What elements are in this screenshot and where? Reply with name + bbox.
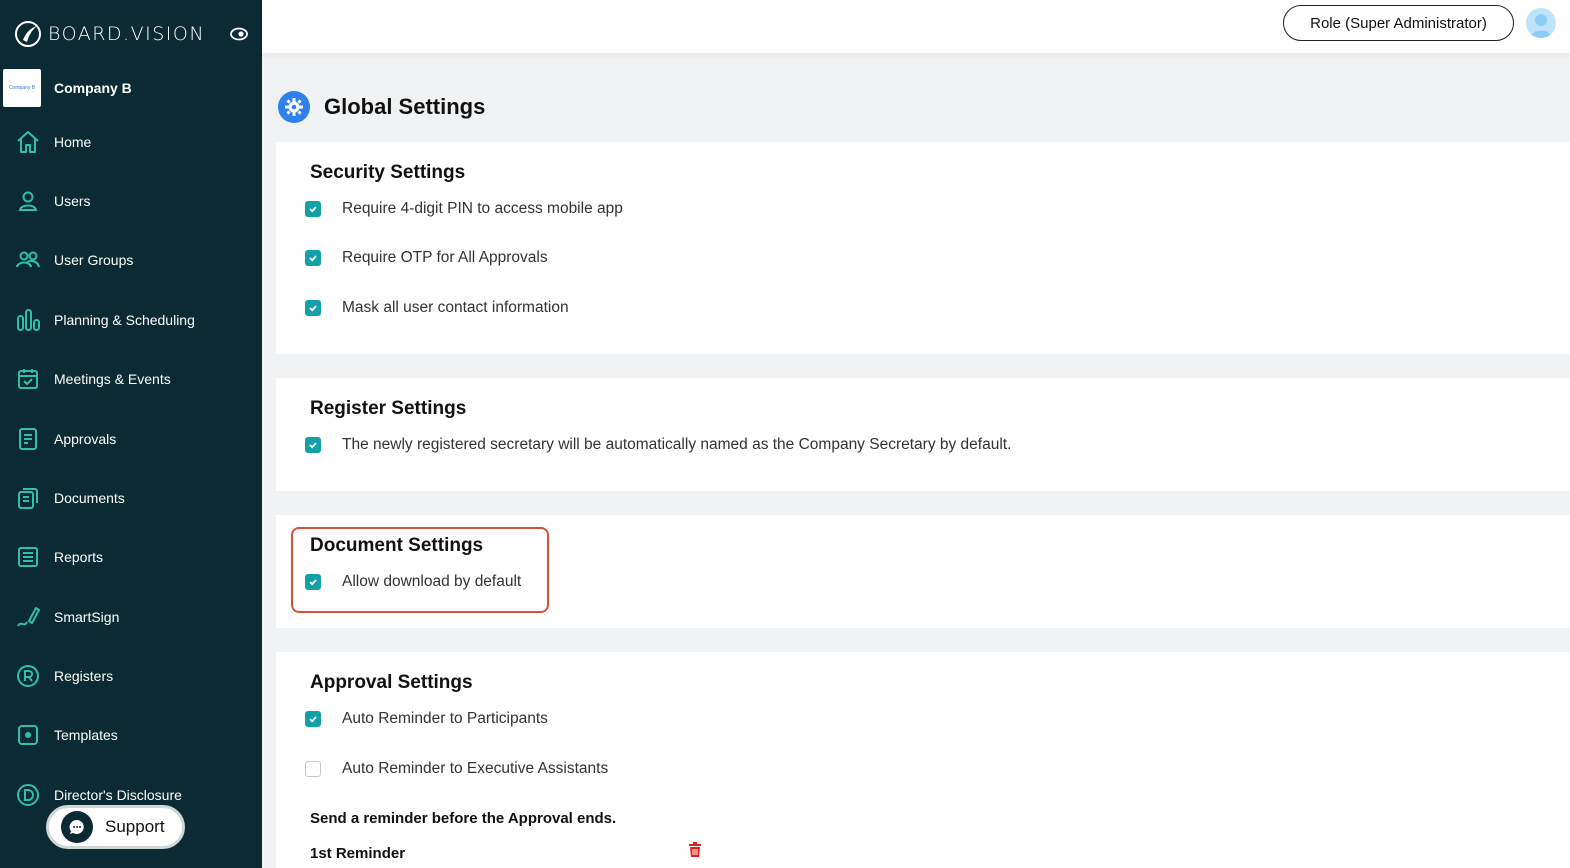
disclosure-icon — [17, 784, 39, 806]
sidebar-item-user-groups[interactable]: User Groups — [0, 240, 262, 280]
user-icon — [18, 191, 38, 211]
option-label: Mask all user contact information — [342, 299, 569, 316]
avatar[interactable] — [1526, 8, 1556, 38]
users-icon — [16, 251, 40, 268]
sidebar-item-label: Planning & Scheduling — [54, 312, 195, 328]
sidebar-item-label: Registers — [54, 668, 114, 684]
checkbox-checked[interactable] — [305, 711, 321, 727]
checkbox-checked[interactable] — [305, 300, 321, 316]
approval-icon — [19, 428, 37, 450]
sidebar-item-templates[interactable]: Templates — [0, 715, 262, 755]
register-settings-card: Register Settings The newly registered s… — [276, 378, 1570, 491]
eye-toggle-icon[interactable] — [230, 27, 248, 41]
top-bar: Role (Super Administrator) — [262, 0, 1570, 53]
reports-icon — [18, 547, 38, 567]
sidebar-item-label: Documents — [54, 490, 125, 506]
check-icon — [309, 206, 317, 213]
bars-icon — [17, 309, 40, 331]
option-require-otp[interactable]: Require OTP for All Approvals — [305, 247, 548, 269]
option-label: Require OTP for All Approvals — [342, 249, 548, 266]
page-title: Global Settings — [324, 94, 486, 119]
option-auto-reminder-assistants[interactable]: Auto Reminder to Executive Assistants — [305, 758, 608, 780]
role-button[interactable]: Role (Super Administrator) — [1283, 5, 1514, 41]
check-icon — [309, 305, 317, 312]
register-settings-title: Register Settings — [310, 398, 467, 419]
company-name: Company B — [54, 80, 132, 96]
documents-icon — [18, 488, 38, 509]
trash-icon[interactable] — [688, 842, 702, 858]
sidebar-item-label: Users — [54, 193, 91, 209]
page-header: Global Settings — [278, 90, 485, 124]
first-reminder-label: 1st Reminder — [310, 845, 406, 862]
sidebar-item-home[interactable]: Home — [0, 122, 262, 162]
sidebar-item-label: Reports — [54, 549, 104, 565]
sidebar-item-label: Templates — [54, 727, 118, 743]
sidebar-item-planning[interactable]: Planning & Scheduling — [0, 300, 262, 340]
registered-icon — [17, 665, 39, 687]
approval-settings-card: Approval Settings Auto Reminder to Parti… — [276, 652, 1570, 868]
option-auto-company-secretary[interactable]: The newly registered secretary will be a… — [305, 434, 1011, 456]
check-icon — [309, 442, 317, 449]
support-button[interactable]: Support — [46, 805, 185, 849]
option-label: Auto Reminder to Executive Assistants — [342, 760, 609, 777]
check-icon — [309, 255, 317, 262]
avatar-icon — [1530, 14, 1552, 38]
sidebar-item-approvals[interactable]: Approvals — [0, 419, 262, 459]
sidebar-item-documents[interactable]: Documents — [0, 478, 262, 518]
security-settings-title: Security Settings — [310, 162, 466, 183]
checkbox-checked[interactable] — [305, 437, 321, 453]
sidebar-item-meetings[interactable]: Meetings & Events — [0, 359, 262, 399]
company-logo: Company B — [3, 69, 41, 107]
reminder-note: Send a reminder before the Approval ends… — [310, 810, 617, 827]
check-icon — [309, 716, 317, 723]
sidebar-item-smartsign[interactable]: SmartSign — [0, 597, 262, 637]
checkbox-unchecked[interactable] — [305, 761, 321, 777]
sidebar-item-users[interactable]: Users — [0, 181, 262, 221]
sidebar-item-label: SmartSign — [54, 609, 120, 625]
sidebar-item-label: Director's Disclosure — [54, 787, 182, 803]
option-mask-contact[interactable]: Mask all user contact information — [305, 297, 569, 319]
sidebar-item-label: Approvals — [54, 431, 117, 447]
sidebar: BOARD.VISION Company B Company B Home Us… — [0, 0, 262, 868]
calendar-icon — [18, 369, 38, 389]
sidebar-item-label: Home — [54, 134, 92, 150]
checkbox-checked[interactable] — [305, 250, 321, 266]
sidebar-item-registers[interactable]: Registers — [0, 656, 262, 696]
option-auto-reminder-participants[interactable]: Auto Reminder to Participants — [305, 708, 548, 730]
option-label: Auto Reminder to Participants — [342, 710, 548, 727]
security-settings-card: Security Settings Require 4-digit PIN to… — [276, 142, 1570, 354]
company-switcher[interactable]: Company B Company B — [3, 69, 258, 107]
approval-settings-title: Approval Settings — [310, 672, 473, 693]
pen-icon — [17, 607, 40, 627]
sidebar-item-label: User Groups — [54, 252, 134, 268]
chat-icon — [61, 811, 93, 843]
option-label: Require 4-digit PIN to access mobile app — [342, 200, 623, 217]
sidebar-item-reports[interactable]: Reports — [0, 537, 262, 577]
board-vision-logo-icon — [15, 21, 41, 47]
brand[interactable]: BOARD.VISION — [14, 18, 254, 50]
templates-icon — [18, 725, 38, 745]
brand-name: BOARD.VISION — [48, 23, 206, 45]
home-icon — [17, 131, 39, 153]
support-label: Support — [105, 817, 165, 836]
option-label: The newly registered secretary will be a… — [342, 436, 1012, 453]
highlight-box — [291, 527, 549, 613]
checkbox-checked[interactable] — [305, 201, 321, 217]
gear-icon — [278, 91, 310, 123]
option-require-pin[interactable]: Require 4-digit PIN to access mobile app — [305, 198, 623, 220]
sidebar-item-label: Meetings & Events — [54, 371, 171, 387]
